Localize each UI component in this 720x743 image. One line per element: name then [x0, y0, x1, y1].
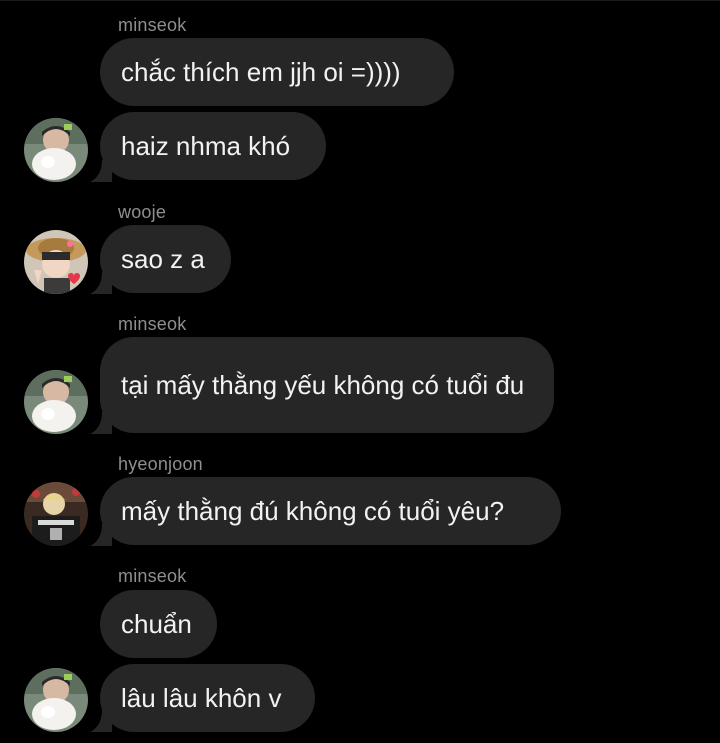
sender-name: minseok [118, 566, 187, 586]
message-bubble[interactable]: haiz nhma khó [100, 112, 326, 180]
top-divider [0, 0, 720, 1]
avatar[interactable] [24, 482, 88, 546]
message-text: chắc thích em jjh oi =)))) [121, 57, 401, 87]
message-bubble[interactable]: lâu lâu khôn v [100, 664, 315, 732]
avatar-photo-icon [24, 118, 88, 182]
message-bubble[interactable]: tại mấy thằng yếu không có tuổi đu [100, 337, 554, 433]
avatar[interactable] [24, 370, 88, 434]
message-bubble[interactable]: mấy thằng đú không có tuổi yêu? [100, 477, 561, 545]
message-bubble[interactable]: chắc thích em jjh oi =)))) [100, 38, 454, 106]
message-text: sao z a [121, 244, 205, 274]
message-text: mấy thằng đú không có tuổi yêu? [121, 496, 505, 526]
message-bubble[interactable]: sao z a [100, 225, 231, 293]
avatar-photo-icon [24, 482, 88, 546]
message-text: tại mấy thằng yếu không có tuổi đu [121, 370, 525, 400]
message-text: haiz nhma khó [121, 131, 291, 161]
sender-name: minseok [118, 314, 187, 334]
avatar-photo-icon [24, 370, 88, 434]
sender-name: wooje [118, 202, 167, 222]
message-text: lâu lâu khôn v [121, 683, 282, 713]
avatar-photo-icon [24, 230, 88, 294]
avatar[interactable] [24, 230, 88, 294]
message-text: chuẩn [121, 609, 192, 639]
avatar[interactable] [24, 118, 88, 182]
sender-name: minseok [118, 15, 187, 35]
message-bubble[interactable]: chuẩn [100, 590, 217, 658]
sender-name: hyeonjoon [118, 454, 203, 474]
avatar-photo-icon [24, 668, 88, 732]
avatar[interactable] [24, 668, 88, 732]
